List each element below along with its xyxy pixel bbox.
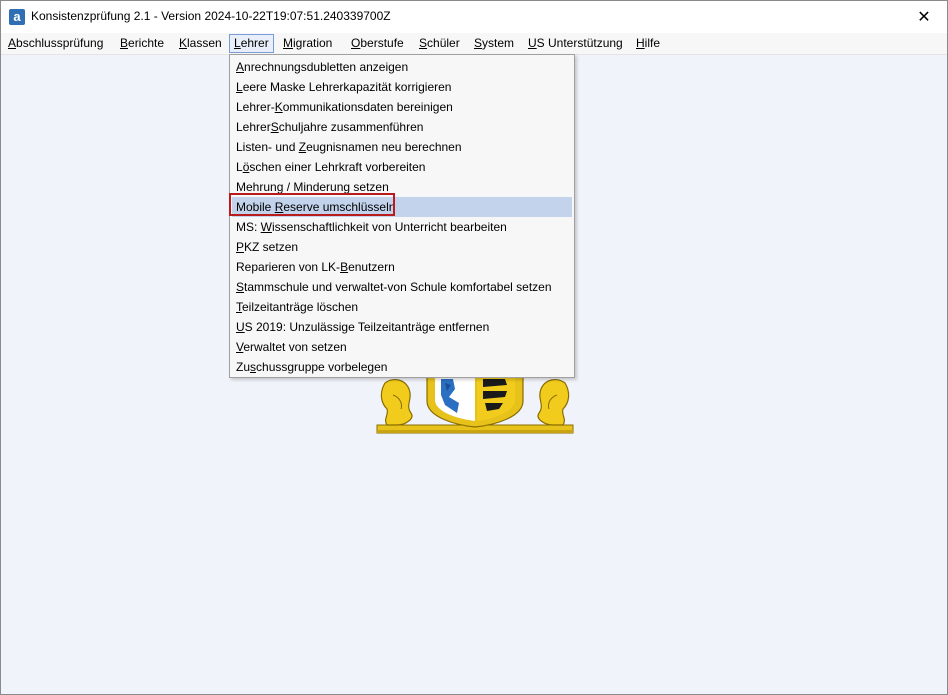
coat-of-arms-icon [376,375,574,434]
menuitem-mobile-reserve[interactable]: Mobile Reserve umschlüsseln [232,197,572,217]
lehrer-dropdown-menu: Anrechnungsdubletten anzeigen Leere Mask… [229,54,575,378]
menu-abschlusspruefung[interactable]: Abschlussprüfung [4,34,107,53]
close-button[interactable]: ✕ [901,1,947,33]
menu-hilfe[interactable]: Hilfe [632,34,664,53]
menu-bar: Abschlussprüfung Berichte Klassen Lehrer… [1,33,947,55]
title-bar[interactable]: a Konsistenzprüfung 2.1 - Version 2024-1… [1,1,947,33]
menuitem-mehrung-minderung[interactable]: Mehrung / Minderung setzen [232,177,572,197]
menuitem-zuschussgruppe[interactable]: Zuschussgruppe vorbelegen [232,357,572,377]
menuitem-pkz-setzen[interactable]: PKZ setzen [232,237,572,257]
app-icon: a [9,9,25,25]
menu-berichte[interactable]: Berichte [116,34,168,53]
menuitem-kommunikationsdaten[interactable]: Lehrer-Kommunikationsdaten bereinigen [232,97,572,117]
menuitem-stammschule[interactable]: Stammschule und verwaltet-von Schule kom… [232,277,572,297]
menuitem-wissenschaftlichkeit[interactable]: MS: Wissenschaftlichkeit von Unterricht … [232,217,572,237]
menuitem-leere-maske[interactable]: Leere Maske Lehrerkapazität korrigieren [232,77,572,97]
menu-migration[interactable]: Migration [279,34,336,53]
menuitem-teilzeitantraege-loeschen[interactable]: Teilzeitanträge löschen [232,297,572,317]
app-window: a Konsistenzprüfung 2.1 - Version 2024-1… [0,0,948,695]
close-icon: ✕ [917,9,931,26]
menuitem-us2019-teilzeit[interactable]: US 2019: Unzulässige Teilzeitanträge ent… [232,317,572,337]
menu-klassen[interactable]: Klassen [175,34,226,53]
menu-schueler[interactable]: Schüler [415,34,464,53]
menuitem-verwaltet-von[interactable]: Verwaltet von setzen [232,337,572,357]
menuitem-zeugnisnamen[interactable]: Listen- und Zeugnisnamen neu berechnen [232,137,572,157]
window-title: Konsistenzprüfung 2.1 - Version 2024-10-… [31,9,391,23]
menuitem-anrechnungsdubletten[interactable]: Anrechnungsdubletten anzeigen [232,57,572,77]
menu-oberstufe[interactable]: Oberstufe [347,34,408,53]
menuitem-schuljahre[interactable]: LehrerSchuljahre zusammenführen [232,117,572,137]
menuitem-loeschen-lehrkraft[interactable]: Löschen einer Lehrkraft vorbereiten [232,157,572,177]
menuitem-lk-benutzer[interactable]: Reparieren von LK-Benutzern [232,257,572,277]
menu-lehrer[interactable]: Lehrer [229,34,274,53]
menu-us-unterstuetzung[interactable]: US Unterstützung [524,34,627,53]
menu-system[interactable]: System [470,34,518,53]
